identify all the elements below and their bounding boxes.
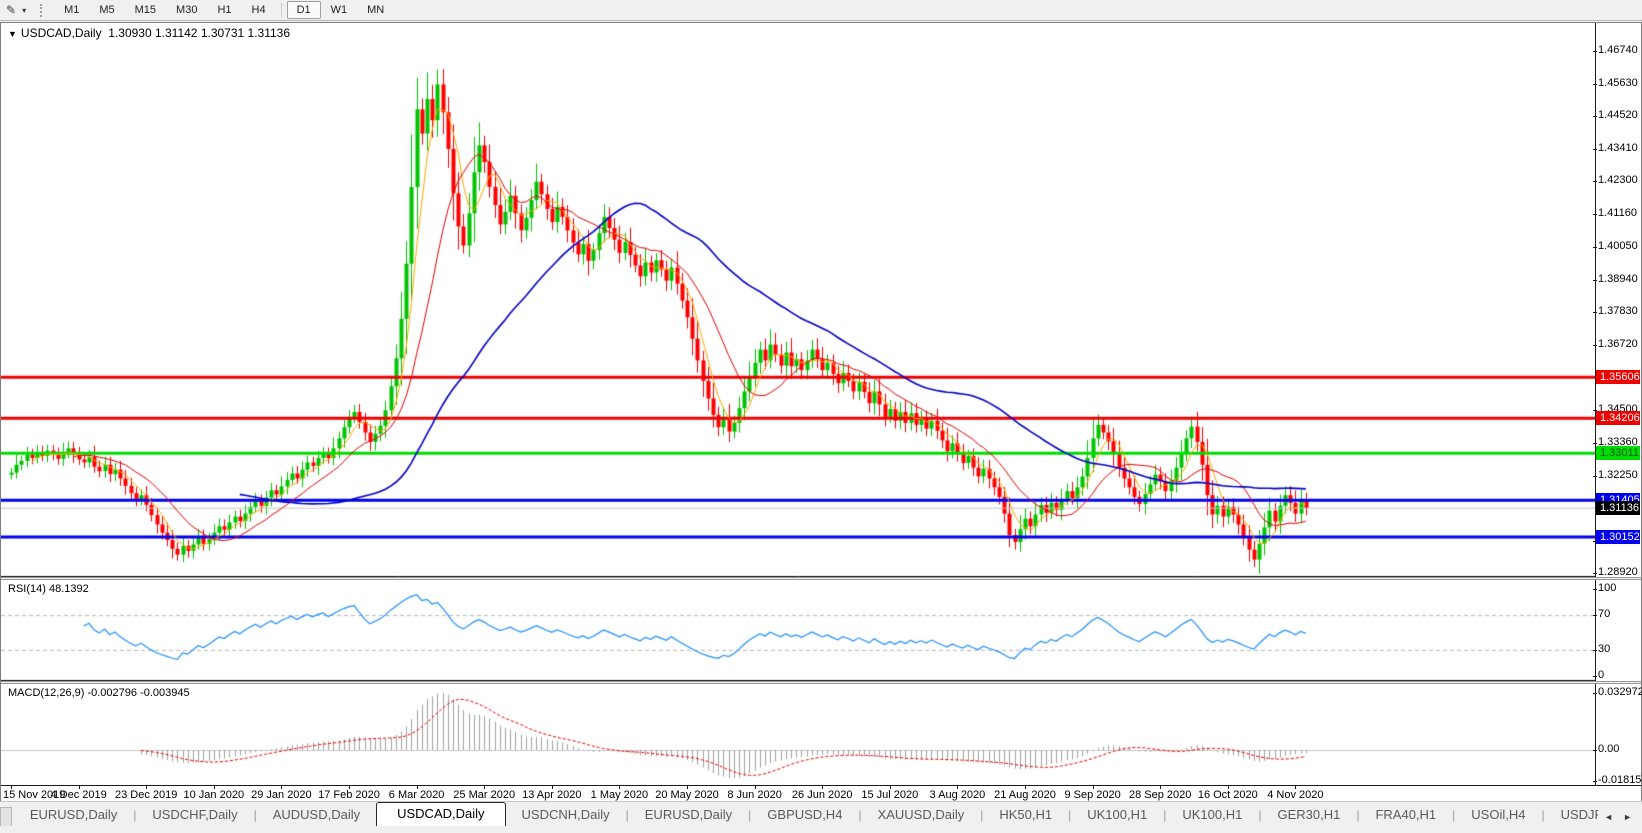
price-tick: 1.42300	[1593, 174, 1638, 187]
macd-label: MACD(12,26,9) -0.002796 -0.003945	[8, 687, 190, 699]
symbol-tab-usdcnh-4[interactable]: USDCNH,Daily	[506, 804, 626, 826]
tool-dropdown-caret-icon[interactable]: ▾	[20, 6, 32, 15]
toolbar-separator	[280, 3, 282, 17]
price-tick: 1.37830	[1593, 305, 1638, 318]
rsi-chart-canvas[interactable]	[1, 580, 1596, 681]
macd-chart-canvas[interactable]	[1, 684, 1596, 785]
date-tick: 20 May 2020	[655, 789, 719, 801]
macd-axis[interactable]: 0.0329720.00-0.018154	[1592, 684, 1642, 786]
rsi-label: RSI(14) 48.1392	[8, 583, 89, 595]
price-tick: 1.36720	[1593, 337, 1638, 350]
date-tick: 16 Oct 2020	[1197, 789, 1258, 801]
price-badge: 1.33011	[1596, 446, 1640, 461]
date-tick: 6 Mar 2020	[388, 789, 445, 801]
price-tick: 1.41160	[1593, 207, 1637, 220]
chart-window: ▼ USDCAD,Daily 1.30930 1.31142 1.30731 1.…	[0, 22, 1642, 801]
date-tick: 10 Jan 2020	[183, 789, 245, 801]
symbol-tabbar: EURUSD,Daily | USDCHF,Daily | AUDUSD,Daily US…	[0, 801, 1642, 826]
date-tick: 1 May 2020	[590, 789, 649, 801]
symbol-tab-usoil-13[interactable]: USOil,H4	[1455, 804, 1541, 826]
price-tick: 1.44520	[1593, 109, 1638, 122]
date-tick: 28 Sep 2020	[1128, 789, 1192, 801]
period-button-mn[interactable]: MN	[357, 1, 394, 19]
rsi-tick: 30	[1592, 642, 1611, 655]
date-tick: 25 Mar 2020	[453, 789, 516, 801]
symbol-tab-ger30-11[interactable]: GER30,H1	[1261, 804, 1356, 826]
price-chart-canvas[interactable]	[1, 23, 1596, 577]
price-badge: 1.31136	[1596, 501, 1640, 516]
tab-scroll-left-icon[interactable]: ◄	[1604, 812, 1613, 822]
price-tick: 1.28920	[1593, 566, 1638, 579]
period-buttons: M1 M5 M15 M30 H1 H4 D1 W1 MN	[54, 1, 394, 19]
price-tick: 1.32250	[1593, 468, 1638, 481]
symbol-tab-uk100-9[interactable]: UK100,H1	[1071, 804, 1163, 826]
date-tick: 15 Jul 2020	[861, 789, 919, 801]
drawing-tool-icon[interactable]: ✎	[4, 3, 18, 17]
date-tick: 21 Aug 2020	[994, 789, 1056, 801]
symbol-tab-fra40-12[interactable]: FRA40,H1	[1359, 804, 1452, 826]
symbol-tab-usdchf-1[interactable]: USDCHF,Daily	[136, 804, 253, 826]
price-tick: 1.45630	[1593, 76, 1638, 89]
price-badge: 1.30152	[1596, 530, 1640, 545]
price-badge: 1.34206	[1596, 411, 1640, 426]
price-tick: 1.46740	[1593, 44, 1638, 56]
macd-pane: MACD(12,26,9) -0.002796 -0.003945 0.0329…	[1, 684, 1642, 786]
symbol-tab-usdcad-3[interactable]: USDCAD,Daily	[376, 802, 506, 826]
period-toolbar: ✎ ▾ M1 M5 M15 M30 H1 H4 D1 W1 MN	[0, 0, 1642, 21]
symbol-tab-usdjpy-14[interactable]: USDJPY,H1	[1545, 804, 1599, 826]
date-tick: 29 Jan 2020	[251, 789, 312, 801]
date-tick: 17 Feb 2020	[318, 789, 380, 801]
period-button-h1[interactable]: H1	[207, 1, 241, 19]
footer-filler	[0, 826, 1642, 833]
period-button-m5[interactable]: M5	[89, 1, 124, 19]
date-tick: 9 Sep 2020	[1064, 789, 1121, 801]
period-button-h4[interactable]: H4	[242, 1, 276, 19]
date-tick: 23 Dec 2019	[114, 789, 178, 801]
price-badge: 1.35606	[1596, 370, 1640, 385]
chart-symbol: USDCAD,Daily	[20, 26, 102, 40]
price-tick: 1.43410	[1593, 141, 1638, 154]
period-button-w1[interactable]: W1	[321, 1, 358, 19]
rsi-tick: 0	[1592, 669, 1605, 681]
symbol-tab-eurusd-0[interactable]: EURUSD,Daily	[14, 804, 133, 826]
chart-ohlc-values: 1.30930 1.31142 1.30731 1.31136	[108, 26, 291, 40]
period-button-d1[interactable]: D1	[286, 1, 321, 19]
period-button-m15[interactable]: M15	[125, 1, 166, 19]
symbol-tab-hk50-8[interactable]: HK50,H1	[983, 804, 1068, 826]
terminal-window: ✎ ▾ M1 M5 M15 M30 H1 H4 D1 W1 MN ▼ USDCAD,Daily 1…	[0, 0, 1642, 833]
date-tick: 13 Apr 2020	[522, 789, 582, 801]
symbol-tabs: EURUSD,Daily | USDCHF,Daily | AUDUSD,Daily US…	[14, 801, 1598, 826]
rsi-tick: 70	[1592, 608, 1611, 621]
symbol-tab-eurusd-5[interactable]: EURUSD,Daily	[629, 804, 748, 826]
rsi-tick: 100	[1592, 582, 1617, 594]
rsi-axis[interactable]: 100 70 30 0	[1592, 580, 1641, 681]
macd-tick: 0.032972	[1593, 685, 1642, 698]
symbol-tab-audusd-2[interactable]: AUDUSD,Daily	[257, 804, 376, 826]
chart-title: ▼ USDCAD,Daily 1.30930 1.31142 1.30731 1.…	[8, 26, 290, 40]
date-tick: 4 Nov 2020	[1267, 789, 1324, 801]
date-tick: 8 Jun 2020	[727, 789, 782, 801]
price-pane: ▼ USDCAD,Daily 1.30930 1.31142 1.30731 1.…	[1, 23, 1641, 579]
tab-scroll-controls: ◄ ►	[1598, 812, 1642, 826]
symbol-tab-uk100-10[interactable]: UK100,H1	[1166, 804, 1258, 826]
symbol-tab-xauusd-7[interactable]: XAUUSD,Daily	[862, 804, 981, 826]
toolbar-grip[interactable]	[40, 3, 44, 17]
chart-title-caret-icon[interactable]: ▼	[8, 29, 17, 39]
symbol-tab-gbpusd-6[interactable]: GBPUSD,H4	[751, 804, 858, 826]
macd-tick: 0.00	[1592, 743, 1620, 755]
price-axis[interactable]: 1.46740 1.45630 1.44520 1.43410 1.42300 1.411…	[1593, 23, 1641, 579]
date-tick: 3 Aug 2020	[929, 789, 986, 801]
date-axis[interactable]: 15 Nov 2019 4 Dec 2019 23 Dec 2019 10 Jan 2…	[1, 785, 1641, 801]
period-button-m30[interactable]: M30	[166, 1, 207, 19]
price-tick: 1.38940	[1593, 272, 1638, 285]
tab-scroll-right-icon[interactable]: ►	[1623, 812, 1632, 822]
price-tick: 1.40050	[1593, 240, 1638, 253]
tab-corner	[0, 807, 12, 826]
rsi-pane: RSI(14) 48.1392 100 70 30 0	[1, 580, 1641, 681]
date-tick: 26 Jun 2020	[791, 789, 853, 801]
period-button-m1[interactable]: M1	[54, 1, 89, 19]
date-tick: 4 Dec 2019	[50, 789, 107, 801]
